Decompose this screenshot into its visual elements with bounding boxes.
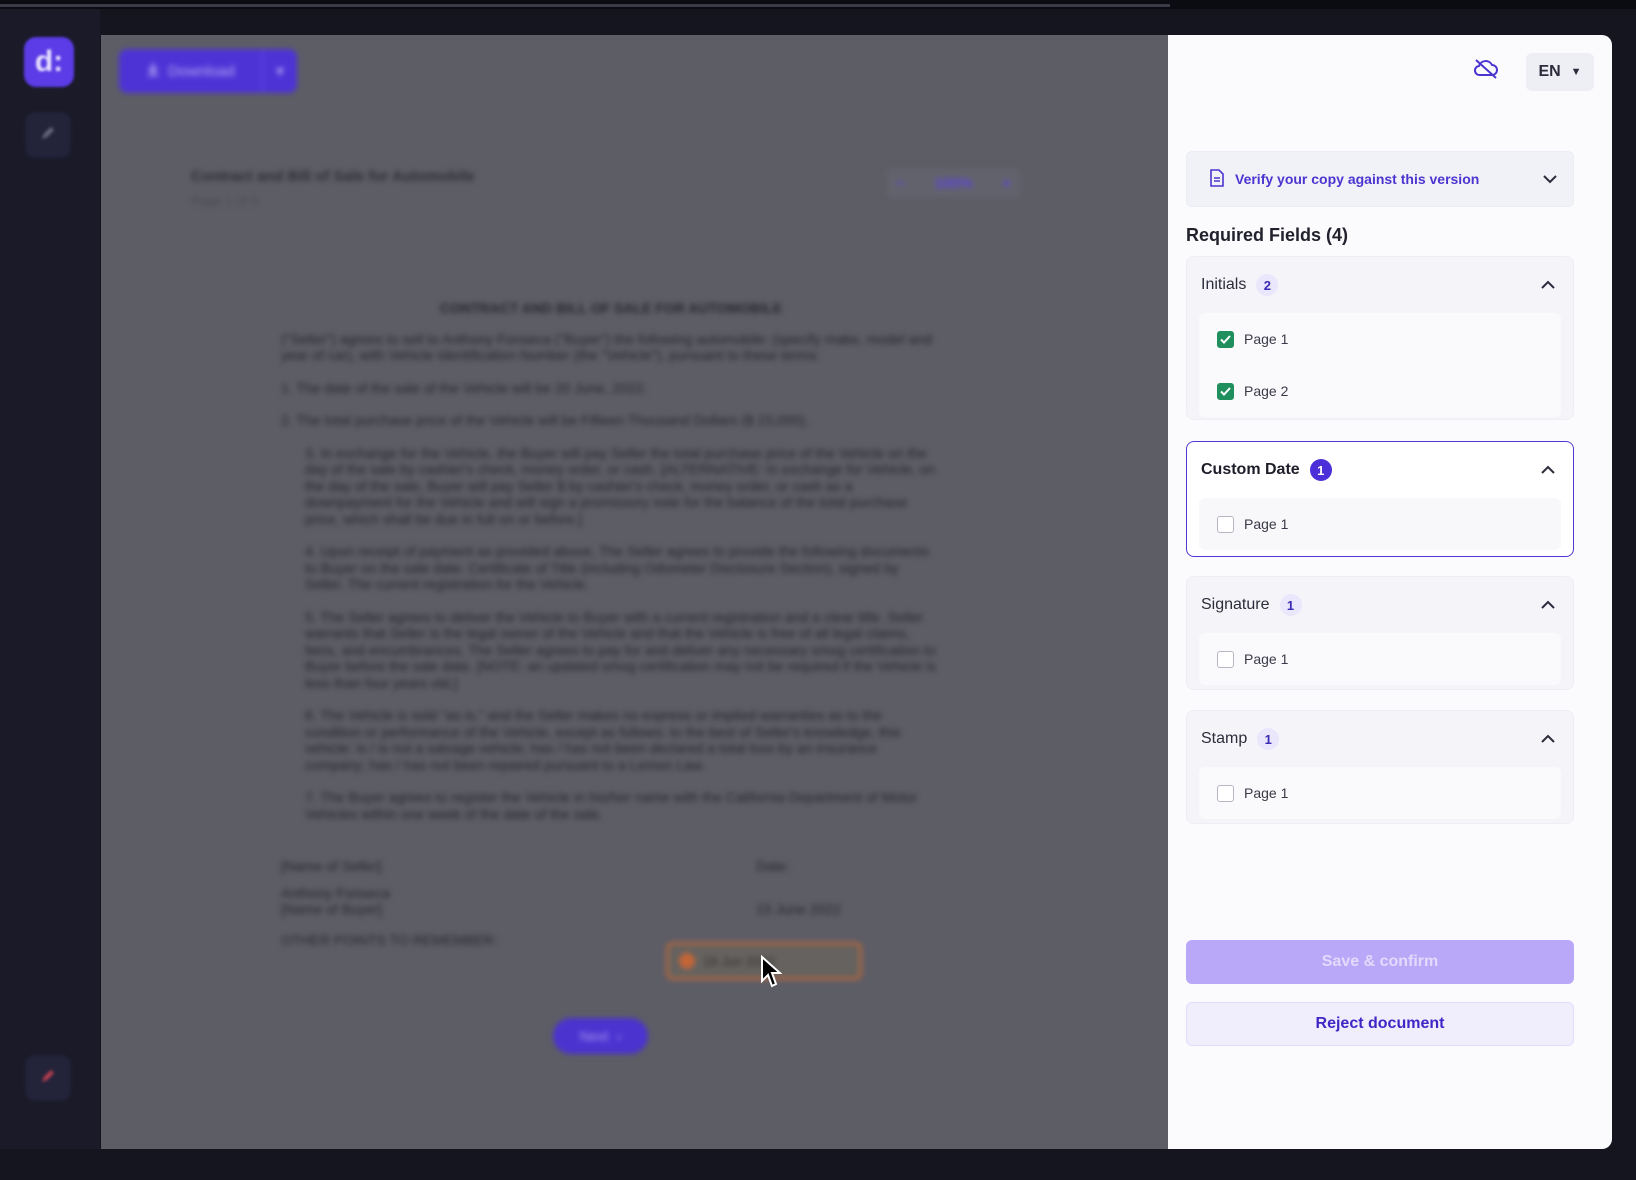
- field-item[interactable]: Page 1: [1199, 633, 1561, 685]
- checkbox[interactable]: [1217, 382, 1234, 400]
- field-group-stamp: Stamp 1 Page 1: [1186, 710, 1574, 824]
- zoom-level: 100%: [934, 174, 973, 192]
- seller-label: [Name of Seller]: [281, 858, 382, 874]
- group-label: Signature: [1201, 596, 1270, 613]
- chevron-up-icon: [1541, 461, 1555, 479]
- field-item[interactable]: Page 2: [1199, 365, 1561, 417]
- next-field-button[interactable]: Next ›: [553, 1018, 648, 1054]
- download-label: Download: [168, 62, 235, 80]
- paragraph: 6. The Vehicle is sold "as is," and the …: [305, 707, 901, 773]
- zoom-control: − 100% +: [886, 168, 1021, 198]
- download-menu-caret[interactable]: ▾: [263, 62, 297, 80]
- document-heading: CONTRACT AND BILL OF SALE FOR AUTOMOBILE: [439, 300, 783, 316]
- buyer-label: [Name of Buyer]: [281, 901, 383, 917]
- save-confirm-button[interactable]: Save & confirm: [1186, 940, 1574, 984]
- group-header[interactable]: Stamp 1: [1187, 711, 1573, 767]
- window-top-bar: [0, 0, 1636, 9]
- field-item-label: Page 1: [1244, 331, 1289, 347]
- field-item-label: Page 1: [1244, 651, 1289, 667]
- chevron-down-icon: [1543, 171, 1557, 187]
- chevron-up-icon: [1541, 730, 1555, 748]
- field-group-initials: Initials 2 Page 1 Page 2: [1186, 256, 1574, 420]
- field-item[interactable]: Page 1: [1199, 498, 1561, 550]
- count-badge: 1: [1309, 459, 1332, 481]
- document-icon: [1209, 168, 1225, 190]
- pen-icon: [39, 1067, 57, 1090]
- verify-copy-dropdown[interactable]: Verify your copy against this version: [1186, 151, 1574, 207]
- paragraph: 7. The Buyer agrees to register the Vehi…: [305, 789, 918, 822]
- group-label: Custom Date: [1201, 461, 1300, 478]
- cloud-off-icon: [1473, 58, 1499, 85]
- caret-down-icon: ▼: [1570, 66, 1582, 78]
- field-item[interactable]: Page 1: [1199, 313, 1561, 365]
- count-badge: 1: [1279, 594, 1302, 616]
- field-item-label: Page 2: [1244, 383, 1289, 399]
- cursor-icon: [760, 954, 783, 994]
- checkbox[interactable]: [1217, 784, 1234, 802]
- download-icon: [146, 62, 160, 80]
- arrow-right-icon: ›: [616, 1028, 622, 1044]
- chevron-up-icon: [1541, 596, 1555, 614]
- buyer-name: Anthony Fonseca: [281, 884, 390, 901]
- checkbox[interactable]: [1217, 515, 1234, 533]
- group-header[interactable]: Initials 2: [1187, 257, 1573, 313]
- download-button[interactable]: Download ▾: [119, 49, 297, 93]
- document-page: CONTRACT AND BILL OF SALE FOR AUTOMOBILE…: [281, 300, 941, 948]
- zoom-in-button[interactable]: +: [1002, 175, 1011, 192]
- group-label: Stamp: [1201, 730, 1248, 747]
- buyer-date: 15 June 2022: [756, 900, 841, 917]
- checkbox[interactable]: [1217, 650, 1234, 668]
- group-label: Initials: [1201, 276, 1247, 293]
- document-title: Contract and Bill of Sale for Automobile: [191, 168, 475, 185]
- paragraph: 4. Upon receipt of payment as provided a…: [305, 543, 929, 592]
- app-logo[interactable]: d:: [24, 37, 74, 87]
- language-selector[interactable]: EN ▼: [1526, 53, 1594, 91]
- field-item[interactable]: Page 1: [1199, 767, 1561, 819]
- zoom-out-button[interactable]: −: [896, 175, 905, 192]
- language-label: EN: [1538, 63, 1561, 80]
- required-fields-panel: EN ▼ Verify your copy against this versi…: [1168, 35, 1612, 1149]
- tools-button[interactable]: [25, 1055, 71, 1101]
- checkbox[interactable]: [1217, 330, 1234, 348]
- required-fields-title: Required Fields (4): [1186, 225, 1349, 245]
- field-group-signature: Signature 1 Page 1: [1186, 576, 1574, 690]
- edit-tool-button[interactable]: [25, 112, 71, 158]
- sync-status-button[interactable]: [1465, 53, 1507, 89]
- next-label: Next: [579, 1028, 609, 1044]
- chevron-up-icon: [1541, 276, 1555, 294]
- count-badge: 1: [1257, 728, 1280, 750]
- paragraph: 2. The total purchase price of the Vehic…: [281, 412, 809, 428]
- left-rail: d:: [0, 9, 100, 1180]
- paragraph: 1. The date of the sale of the Vehicle w…: [281, 379, 648, 396]
- paragraph: ("Seller") agrees to sell to Anthony Fon…: [281, 330, 932, 364]
- field-item-label: Page 1: [1244, 785, 1289, 801]
- date-field-icon: [679, 953, 695, 969]
- verify-label: Verify your copy against this version: [1235, 171, 1480, 187]
- group-header[interactable]: Signature 1: [1187, 577, 1573, 633]
- reject-document-button[interactable]: Reject document: [1186, 1002, 1574, 1046]
- field-group-custom-date: Custom Date 1 Page 1: [1186, 441, 1574, 557]
- document-viewer: Download ▾ Contract and Bill of Sale for…: [101, 35, 1168, 1149]
- paragraph: 5. The Seller agrees to deliver the Vehi…: [305, 608, 937, 691]
- count-badge: 2: [1256, 274, 1279, 296]
- group-header[interactable]: Custom Date 1: [1187, 442, 1573, 498]
- field-item-label: Page 1: [1244, 516, 1289, 532]
- page-indicator: Page 1 of 4: [191, 193, 258, 208]
- paragraph: 3. In exchange for the Vehicle, the Buye…: [305, 444, 936, 527]
- date-label: Date:: [756, 858, 790, 874]
- window-bottom-bar: [0, 1149, 1636, 1180]
- pen-icon: [39, 124, 57, 147]
